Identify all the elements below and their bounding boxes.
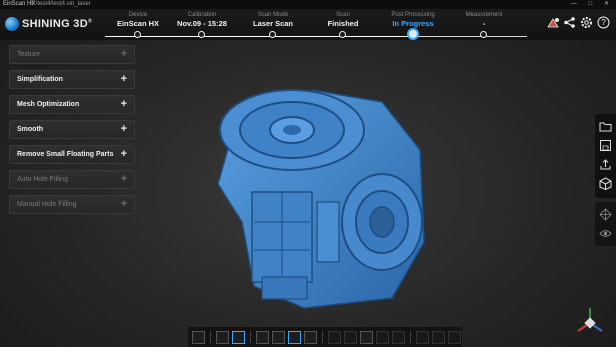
expand-icon: + <box>120 148 127 160</box>
cancel-icon[interactable] <box>448 330 461 344</box>
export-icon[interactable] <box>599 158 612 171</box>
panel-item-label: Auto Hole Filling <box>17 176 68 183</box>
step-label: Calibration <box>187 12 217 18</box>
panel-item-smooth[interactable]: Smooth + <box>9 120 135 139</box>
step-value: - <box>482 19 486 28</box>
progress-track-done <box>105 36 412 37</box>
invert-select-icon[interactable] <box>328 330 341 344</box>
step-value: Laser Scan <box>252 19 294 28</box>
step-value: Finished <box>327 19 359 28</box>
window-controls[interactable]: — □ ✕ <box>571 0 614 9</box>
step-dot <box>339 31 346 38</box>
mesh-view-icon[interactable] <box>546 16 559 29</box>
selection-toolbar <box>188 327 462 347</box>
workflow-bar: SHINING 3D® Device EinScan HX Calibratio… <box>0 9 616 40</box>
panel-item-label: Smooth <box>17 126 44 133</box>
undo-icon[interactable] <box>416 330 429 344</box>
panel-item-label: Mesh Optimization <box>17 101 80 108</box>
post-processing-panel: Texture + Simplification + Mesh Optimizati… <box>9 45 135 220</box>
expand-icon: + <box>120 73 127 85</box>
layers-icon[interactable] <box>216 330 229 344</box>
toolbar-divider <box>410 331 411 343</box>
step-measurement[interactable]: Measurement - <box>449 9 519 38</box>
step-dot-active <box>407 28 419 40</box>
expand-icon: + <box>120 48 127 60</box>
share-icon[interactable] <box>563 16 576 29</box>
step-value: In Progress <box>392 19 434 28</box>
step-calibration[interactable]: Calibration Nov.09 - 15:28 <box>167 9 237 38</box>
step-value: EinScan HX <box>116 19 160 28</box>
save-icon[interactable] <box>599 139 612 152</box>
clear-select-icon[interactable] <box>360 330 373 344</box>
window-titlebar: EinScan HX E:/test4/test4.sin_laser — □ … <box>0 0 616 9</box>
panel-item-label: Manual Hole Filling <box>17 201 77 208</box>
step-label: Device <box>128 12 148 18</box>
panel-item-texture[interactable]: Texture + <box>9 45 135 64</box>
panel-item-label: Remove Small Floating Parts <box>17 151 114 158</box>
erase-icon[interactable] <box>304 330 317 344</box>
step-dot <box>198 31 205 38</box>
expand-icon: + <box>120 173 127 185</box>
lasso-select-icon[interactable] <box>272 330 285 344</box>
project-path: E:/test4/test4.sin_laser <box>30 1 91 7</box>
step-label: Scan Mode <box>257 12 289 18</box>
delete-2-icon[interactable] <box>392 330 405 344</box>
step-device[interactable]: Device EinScan HX <box>103 9 173 38</box>
step-label: Scan <box>336 12 350 18</box>
logo-text: SHINING 3D® <box>22 18 92 30</box>
logo-mark-icon <box>5 17 19 31</box>
step-value: Nov.09 - 15:28 <box>177 19 227 28</box>
step-dot <box>269 31 276 38</box>
scanned-mesh-model[interactable] <box>192 72 442 320</box>
texture-icon[interactable] <box>232 330 245 344</box>
step-post-processing[interactable]: Post Processing In Progress <box>378 9 448 40</box>
brush-select-icon[interactable] <box>288 330 301 344</box>
panel-item-simplification[interactable]: Simplification + <box>9 70 135 89</box>
step-label: Post Processing <box>391 12 435 18</box>
axis-gizmo-icon <box>577 308 603 332</box>
panel-item-remove-floating-parts[interactable]: Remove Small Floating Parts + <box>9 145 135 164</box>
cube-view-icon[interactable] <box>599 177 612 191</box>
top-icons: ? <box>546 16 610 29</box>
step-scan-mode[interactable]: Scan Mode Laser Scan <box>238 9 308 38</box>
step-dot <box>134 31 141 38</box>
expand-icon: + <box>120 198 127 210</box>
step-scan[interactable]: Scan Finished <box>308 9 378 38</box>
panel-item-mesh-optimization[interactable]: Mesh Optimization + <box>9 95 135 114</box>
settings-icon[interactable] <box>580 16 593 29</box>
svg-text:?: ? <box>601 18 606 27</box>
rect-select-icon[interactable] <box>256 330 269 344</box>
delete-icon[interactable] <box>376 330 389 344</box>
folder-icon[interactable] <box>599 120 612 133</box>
help-icon[interactable]: ? <box>597 16 610 29</box>
mesh-toggle-icon[interactable] <box>599 208 612 221</box>
eye-icon[interactable] <box>599 227 612 240</box>
toolbar-divider <box>322 331 323 343</box>
toolbar-divider <box>250 331 251 343</box>
panel-item-auto-hole-filling[interactable]: Auto Hole Filling + <box>9 170 135 189</box>
step-label: Measurement <box>465 12 503 18</box>
panel-item-label: Texture <box>17 51 40 58</box>
fit-view-icon[interactable] <box>192 330 205 344</box>
toolbar-divider <box>210 331 211 343</box>
expand-icon: + <box>120 123 127 135</box>
panel-item-label: Simplification <box>17 76 63 83</box>
apply-icon[interactable] <box>432 330 445 344</box>
logo: SHINING 3D® <box>5 14 92 34</box>
panel-item-manual-hole-filling[interactable]: Manual Hole Filling + <box>9 195 135 214</box>
expand-icon: + <box>120 98 127 110</box>
step-dot <box>480 31 487 38</box>
file-toolbar <box>595 114 616 198</box>
display-toolbar <box>595 202 616 246</box>
unselect-icon[interactable] <box>344 330 357 344</box>
